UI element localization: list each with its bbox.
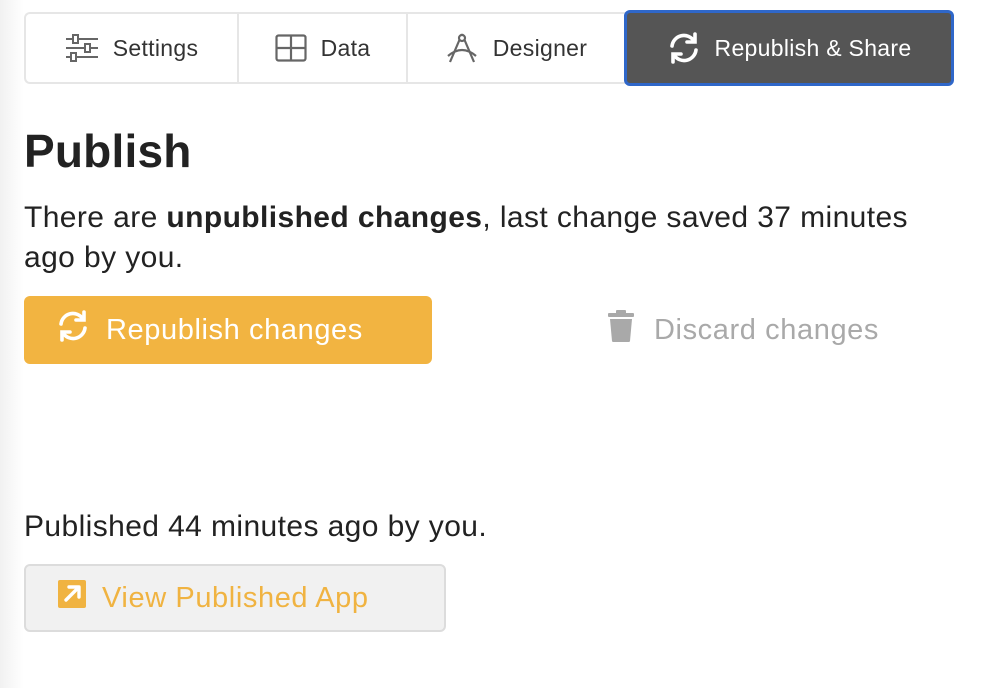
trash-icon (606, 309, 636, 351)
republish-changes-button[interactable]: Republish changes (24, 296, 432, 364)
discard-changes-label: Discard changes (654, 313, 879, 346)
published-status: Published 44 minutes ago by you. (24, 510, 488, 543)
status-prefix: There are (24, 201, 167, 234)
view-published-app-label: View Published App (102, 581, 369, 614)
compass-icon (445, 32, 479, 64)
tab-settings-label: Settings (112, 34, 199, 61)
republish-changes-label: Republish changes (106, 313, 363, 346)
external-link-icon (58, 580, 86, 616)
status-bold: unpublished changes (166, 201, 483, 234)
tab-bar: Settings Data Designer Republish & Share (24, 10, 954, 86)
sliders-icon (65, 34, 99, 62)
view-published-app-button[interactable]: View Published App (24, 564, 446, 632)
tab-data[interactable]: Data (237, 12, 406, 84)
tab-republish-share[interactable]: Republish & Share (624, 10, 954, 86)
tab-designer[interactable]: Designer (406, 12, 626, 84)
unpublished-status: There are unpublished changes, last chan… (24, 198, 924, 278)
discard-changes-button[interactable]: Discard changes (606, 308, 879, 352)
tab-designer-label: Designer (492, 34, 588, 61)
refresh-icon (667, 31, 701, 65)
tab-republish-label: Republish & Share (714, 34, 912, 61)
refresh-icon (56, 309, 90, 351)
grid-icon (274, 34, 307, 62)
page-title: Publish (24, 125, 192, 177)
tab-data-label: Data (320, 34, 371, 61)
page: Settings Data Designer Republish & Share… (0, 0, 984, 688)
tab-settings[interactable]: Settings (24, 12, 237, 84)
